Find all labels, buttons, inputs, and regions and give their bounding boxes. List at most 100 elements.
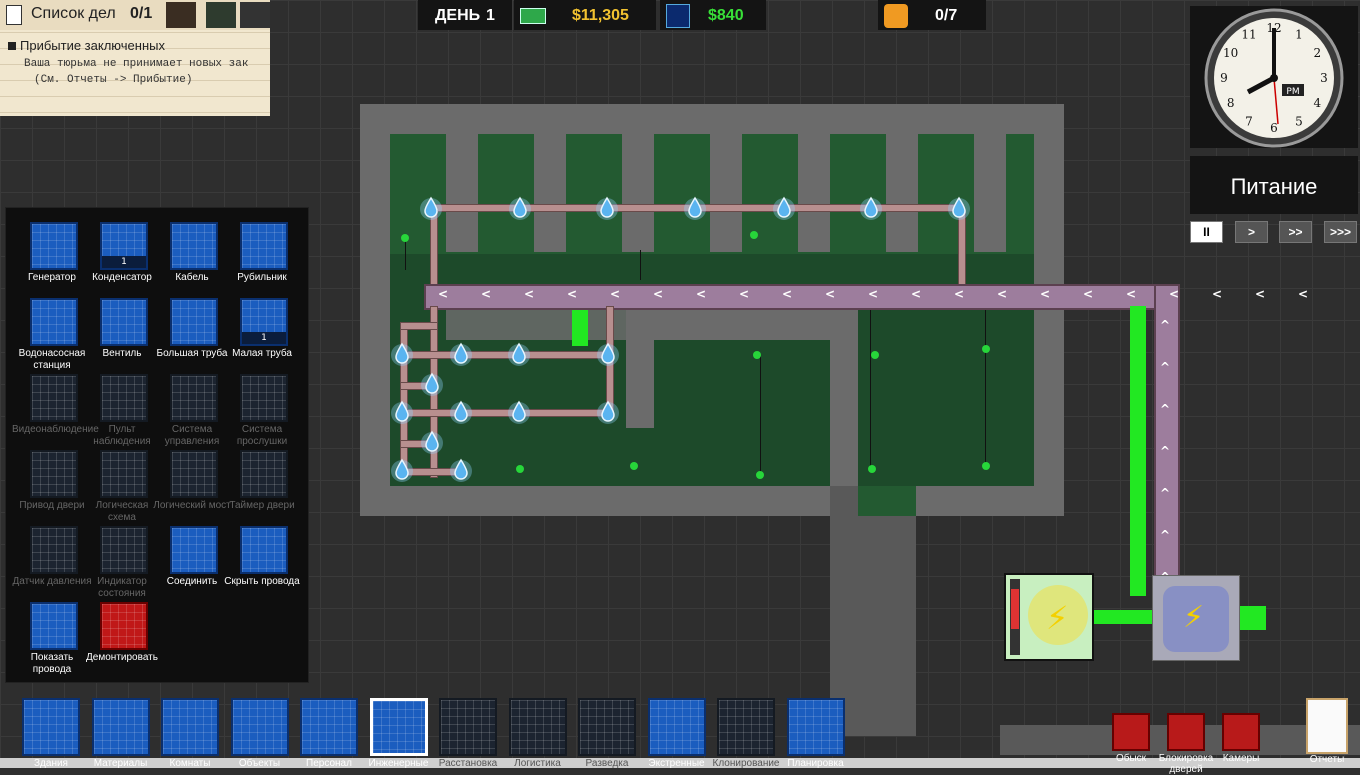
tool-17[interactable]: Датчик давления: [12, 526, 92, 600]
tool-label: Система прослушки: [236, 424, 288, 447]
tool-13[interactable]: Привод двери: [16, 450, 88, 524]
tool-label: Система управления: [164, 424, 220, 447]
tool-label: Рубильник: [237, 272, 287, 283]
category-button-4[interactable]: Объекты: [229, 698, 291, 769]
camera-filter-button[interactable]: [206, 2, 236, 28]
clock-number: 11: [1241, 28, 1256, 42]
tool-icon: [30, 526, 78, 574]
clock-number: 10: [1223, 46, 1238, 60]
tool-label: Скрыть провода: [224, 576, 300, 587]
category-button-8[interactable]: Логистика: [507, 698, 569, 769]
tool-5[interactable]: Водонасосная станция: [16, 298, 88, 372]
category-button-1[interactable]: Здания: [20, 698, 82, 769]
svg-text:PM: PM: [1286, 87, 1299, 97]
tool-7[interactable]: Большая труба: [156, 298, 228, 372]
building-filter-button[interactable]: [240, 2, 270, 28]
tool-22[interactable]: Демонтировать: [86, 602, 158, 676]
tool-label: Логический мост: [153, 500, 231, 511]
tool-icon: [240, 374, 288, 422]
category-label: Планировка: [787, 758, 844, 769]
category-button-11[interactable]: Клонирование: [713, 698, 780, 769]
tool-label: Таймер двери: [229, 500, 295, 511]
tool-icon: [170, 526, 218, 574]
category-icon: [300, 698, 358, 756]
tool-10[interactable]: Пульт наблюдения: [86, 374, 158, 448]
category-icon: [717, 698, 775, 756]
tool-3[interactable]: Кабель: [156, 222, 228, 296]
tool-label: Соединить: [166, 576, 218, 587]
todo-item-title[interactable]: Прибытие заключенных: [8, 38, 165, 53]
category-icon: [647, 698, 706, 756]
tool-4[interactable]: Рубильник: [226, 222, 298, 296]
todo-list[interactable]: Список дел 0/1 Прибытие заключенных Ваша…: [0, 0, 270, 116]
inmate-filter-button[interactable]: [166, 2, 196, 28]
prisoner-count: 0/7: [935, 7, 958, 24]
category-icon: [91, 698, 150, 756]
tool-icon: [100, 298, 148, 346]
tool-21[interactable]: Показать провода: [16, 602, 88, 676]
tool-icon: [170, 298, 218, 346]
lightning-icon: ⚡: [1046, 599, 1069, 637]
tool-8[interactable]: 1 Малая труба: [226, 298, 298, 372]
tool-14[interactable]: Логическая схема: [86, 450, 158, 524]
day-value: 1: [486, 7, 495, 24]
tool-6[interactable]: Вентиль: [86, 298, 158, 372]
todo-icon: [6, 5, 22, 25]
tool-icon: [240, 450, 288, 498]
emergency-button-1[interactable]: Обыск: [1112, 713, 1150, 768]
emergency-button-3[interactable]: Камеры: [1222, 713, 1260, 768]
balance-value: $840: [708, 7, 744, 24]
clock-number: 9: [1220, 71, 1228, 85]
tool-label: Датчик давления: [12, 576, 92, 587]
tool-icon: [170, 450, 218, 498]
category-icon: [578, 698, 636, 756]
clock-icon: 121234567891011 PM: [1204, 8, 1344, 148]
tool-20[interactable]: Скрыть провода: [224, 526, 300, 600]
todo-item-line: (См. Отчеты -> Прибытие): [34, 74, 193, 86]
tool-18[interactable]: Индикатор состояния: [86, 526, 158, 600]
tool-15[interactable]: Логический мост: [153, 450, 231, 524]
category-icon: [230, 698, 289, 756]
chart-icon: [666, 4, 690, 28]
tool-9[interactable]: Видеонаблюдение: [12, 374, 99, 448]
category-button-3[interactable]: Комнаты: [159, 698, 221, 769]
water-pump-station[interactable]: ⚡: [1152, 575, 1240, 661]
speed-fast-button[interactable]: >>: [1279, 221, 1312, 243]
category-button-2[interactable]: Материалы: [90, 698, 152, 769]
tool-1[interactable]: Генератор: [16, 222, 88, 296]
tool-19[interactable]: Соединить: [156, 526, 228, 600]
tool-label: Показать провода: [30, 652, 74, 675]
clock-number: 6: [1270, 121, 1278, 135]
pause-button[interactable]: II: [1190, 221, 1223, 243]
tool-icon: [100, 526, 148, 574]
speed-fastest-button[interactable]: >>>: [1324, 221, 1357, 243]
category-button-9[interactable]: Разведка: [576, 698, 638, 769]
reports-button[interactable]: Отчеты: [1302, 698, 1352, 768]
utilities-tool-panel: Генератор 1 Конденсатор Кабель Рубильник Водо…: [5, 207, 309, 683]
regime-panel[interactable]: Питание: [1190, 156, 1358, 214]
category-icon: [508, 698, 567, 756]
tool-label: Привод двери: [19, 500, 85, 511]
tool-icon: [30, 298, 78, 346]
tool-icon: [170, 222, 218, 270]
category-icon: [22, 698, 80, 756]
tool-label: Генератор: [28, 272, 76, 283]
tool-11[interactable]: Система управления: [156, 374, 228, 448]
category-button-12[interactable]: Планировка: [785, 698, 847, 769]
emergency-button-2[interactable]: Блокировка дверей: [1159, 713, 1213, 775]
tool-icon: [240, 526, 288, 574]
tool-16[interactable]: Таймер двери: [226, 450, 298, 524]
tool-12[interactable]: Система прослушки: [226, 374, 298, 448]
generator[interactable]: ⚡: [1004, 573, 1094, 661]
speed-normal-button[interactable]: >: [1235, 221, 1268, 243]
tool-2[interactable]: 1 Конденсатор: [86, 222, 158, 296]
tool-label: Водонасосная станция: [18, 348, 86, 371]
category-button-10[interactable]: Экстренные: [646, 698, 708, 769]
money-icon: [520, 8, 546, 24]
emergency-label: Камеры: [1222, 753, 1260, 764]
category-button-5[interactable]: Персонал: [298, 698, 360, 769]
category-icon: [439, 698, 497, 756]
category-button-7[interactable]: Расстановка: [437, 698, 499, 769]
category-button-6[interactable]: Инженерные: [368, 698, 430, 769]
tool-badge: 1: [102, 256, 146, 268]
